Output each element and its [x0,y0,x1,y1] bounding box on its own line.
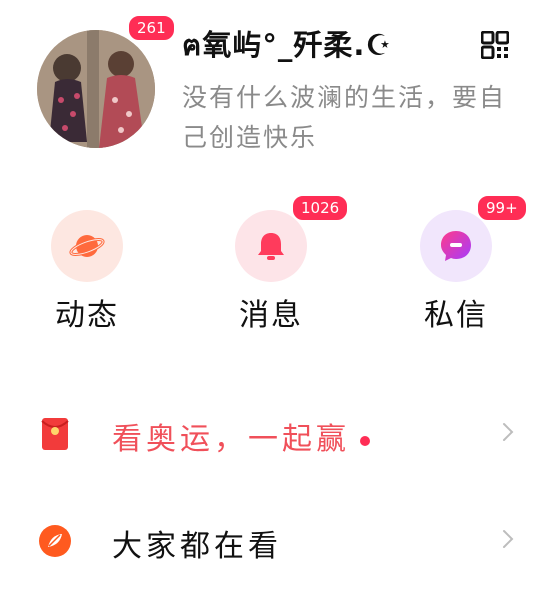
planet-icon [69,235,105,257]
list-item-everyone-label: 大家都在看 [112,529,282,564]
action-xiaoxi-label: 消息 [239,298,303,333]
chat-bubble-icon [441,231,471,261]
action-dongtai[interactable]: 动态 [37,210,137,334]
bell-icon [258,233,284,260]
qr-code-icon[interactable] [480,30,510,60]
avatar-container[interactable]: 261 [37,14,176,148]
red-envelope-icon [41,418,69,450]
list-item-olympics-label: 看奥运，一起赢 [112,414,370,458]
avatar[interactable] [37,30,155,148]
compass-leaf-icon [39,525,71,557]
action-xiaoxi-badge: 1026 [291,194,350,222]
action-xiaoxi-circle: 1026 [235,194,350,282]
list-item-olympics[interactable]: 看奥运，一起赢 [0,400,547,464]
action-sixin-badge: 99+ [476,194,528,222]
action-sixin-label: 私信 [424,298,488,333]
action-sixin-circle: 99+ [420,194,528,282]
action-sixin[interactable]: 99+ 私信 [406,194,528,334]
username: ฅ氧屿°_歼柔.☪ [182,28,393,62]
new-dot [360,435,370,446]
avatar-photo [37,30,155,148]
chevron-right-icon [503,530,514,548]
chevron-right-icon [503,423,514,441]
action-dongtai-label: 动态 [55,298,119,333]
olympics-text: 看奥运，一起赢 [112,422,350,457]
action-dongtai-circle [51,210,123,282]
list-item-everyone-watching[interactable]: 大家都在看 [0,507,547,571]
bio-text: 没有什么波澜的生活，要自己创造快乐 [182,83,507,152]
action-xiaoxi[interactable]: 1026 消息 [221,194,350,334]
avatar-badge: 261 [127,14,176,42]
